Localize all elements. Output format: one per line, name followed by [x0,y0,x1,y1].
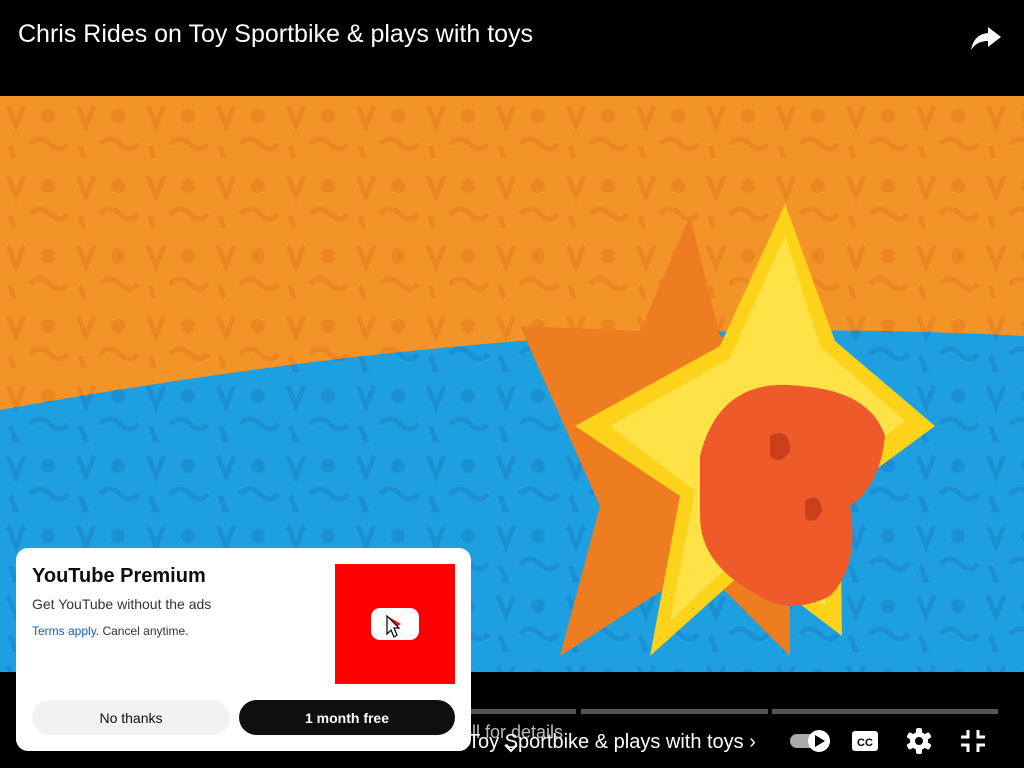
terms-link[interactable]: Terms apply [32,624,96,638]
chevron-right-icon: › [749,731,756,753]
svg-text:CC: CC [857,737,873,749]
premium-thumbnail [335,564,455,684]
share-icon[interactable] [966,18,1006,58]
autoplay-toggle-icon[interactable] [788,728,834,759]
no-thanks-button[interactable]: No thanks [32,700,230,735]
video-title: Chris Rides on Toy Sportbike & plays wit… [18,20,534,48]
exit-fullscreen-icon[interactable] [958,727,988,760]
one-month-free-button[interactable]: 1 month free [239,700,455,735]
promo-title: YouTube Premium [32,565,206,587]
chevron-down-icon[interactable] [502,742,520,761]
chapter-progress-segment[interactable] [470,709,576,714]
promo-subtitle: Get YouTube without the ads [32,596,212,612]
promo-terms: Terms apply. Cancel anytime. [32,624,189,638]
chapter-progress-segment[interactable] [772,709,998,714]
chapter-progress-segment[interactable] [581,709,768,714]
captions-icon[interactable]: CC [850,728,880,759]
gear-icon[interactable] [905,727,933,760]
terms-suffix: . Cancel anytime. [95,624,189,638]
premium-promo-card: YouTube Premium Get YouTube without the … [16,548,471,751]
